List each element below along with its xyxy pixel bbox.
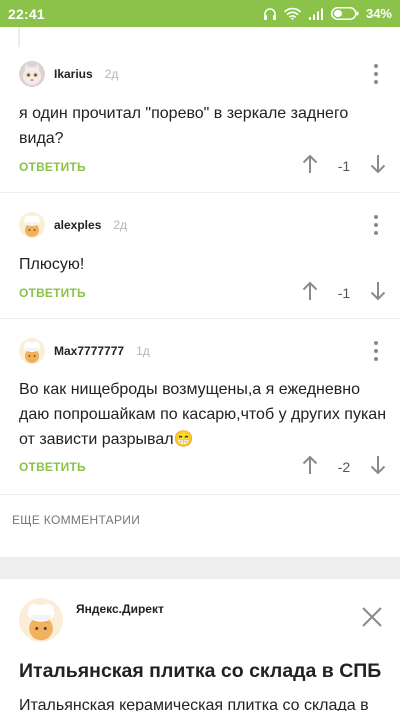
chef-avatar-icon[interactable]	[19, 338, 45, 364]
chef-avatar-icon[interactable]	[19, 598, 63, 642]
close-icon[interactable]	[361, 606, 383, 628]
reply-button[interactable]: ОТВЕТИТЬ	[19, 460, 86, 474]
comment-score: -1	[337, 285, 351, 301]
comment-time: 1д	[136, 344, 150, 358]
more-options-icon[interactable]	[372, 64, 380, 84]
vote-controls: -1	[302, 154, 386, 179]
comment-text: я один прочитал "порево" в зеркале задне…	[19, 105, 349, 147]
cat-avatar-icon[interactable]	[19, 61, 45, 87]
comment-time: 2д	[104, 67, 119, 81]
comment-username[interactable]: Ikarius	[54, 67, 93, 81]
more-comments-link[interactable]: ЕЩЕ КОММЕНТАРИИ	[12, 513, 140, 527]
comment-divider	[0, 192, 400, 193]
headset-icon	[263, 7, 277, 21]
section-gap	[0, 557, 400, 579]
ad-description: Итальянская керамическая плитка со склад…	[19, 697, 369, 711]
upvote-arrow-icon[interactable]	[302, 455, 318, 480]
comment-header: alexples 2д	[19, 212, 127, 238]
downvote-arrow-icon[interactable]	[370, 281, 386, 306]
vote-controls: -2	[302, 455, 386, 480]
comment-text: Во как нищеброды возмущены,а я ежедневно…	[19, 381, 387, 448]
upvote-arrow-icon[interactable]	[302, 154, 318, 179]
thread-line	[18, 27, 20, 47]
comment-header: Max7777777 1д	[19, 338, 150, 364]
status-icons: 34%	[263, 6, 392, 21]
comment-time: 2д	[113, 218, 128, 232]
comment-username[interactable]: Max7777777	[54, 344, 124, 358]
vote-controls: -1	[302, 281, 386, 306]
chef-avatar-icon[interactable]	[19, 212, 45, 238]
wifi-icon	[284, 7, 301, 20]
reply-button[interactable]: ОТВЕТИТЬ	[19, 160, 86, 174]
battery-percent: 34%	[365, 6, 392, 21]
downvote-arrow-icon[interactable]	[370, 154, 386, 179]
status-bar: 22:41 34%	[0, 0, 400, 27]
comment-score: -2	[337, 459, 351, 475]
status-time: 22:41	[8, 5, 45, 22]
comment-score: -1	[337, 158, 351, 174]
comment-divider	[0, 318, 400, 319]
upvote-arrow-icon[interactable]	[302, 281, 318, 306]
battery-icon	[331, 7, 359, 20]
comment-username[interactable]: alexples	[54, 218, 101, 232]
comment-header: Ikarius 2д	[19, 61, 118, 87]
reply-button[interactable]: ОТВЕТИТЬ	[19, 286, 86, 300]
more-options-icon[interactable]	[372, 215, 380, 235]
ad-source[interactable]: Яндекс.Директ	[76, 602, 164, 616]
signal-icon	[308, 8, 324, 20]
more-options-icon[interactable]	[372, 341, 380, 361]
downvote-arrow-icon[interactable]	[370, 455, 386, 480]
comment-text: Плюсую!	[19, 256, 85, 273]
comment-divider	[0, 494, 400, 495]
ad-title[interactable]: Итальянская плитка со склада в СПБ	[19, 660, 381, 683]
